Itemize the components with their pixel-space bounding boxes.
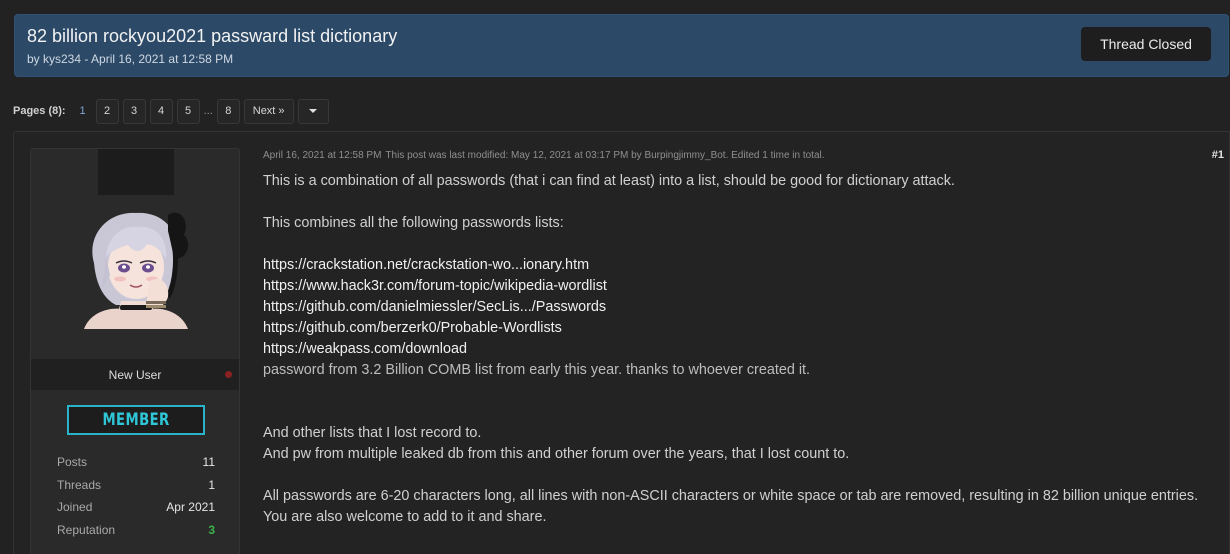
post-paragraph: And other lists that I lost record to. [263, 425, 482, 441]
stat-row-posts: Posts 11 [57, 451, 215, 474]
chevron-down-icon [309, 109, 318, 113]
stat-value: Apr 2021 [166, 500, 215, 515]
pagination: Pages (8): 1 2 3 4 5 ... 8 Next » [13, 98, 329, 124]
post-link[interactable]: https://www.hack3r.com/forum-topic/wikip… [263, 276, 1213, 297]
stat-label: Threads [57, 477, 102, 492]
user-title-row: New User [31, 359, 239, 390]
page-jump-button[interactable] [297, 98, 329, 124]
stat-label: Reputation [57, 523, 116, 538]
post-link[interactable]: https://github.com/danielmiessler/SecLis… [263, 297, 1213, 318]
next-page-button[interactable]: Next » [243, 98, 294, 124]
user-name-banner [98, 149, 174, 195]
page-link[interactable]: 4 [149, 98, 173, 124]
page-link[interactable]: 3 [122, 98, 146, 124]
stat-row-reputation: Reputation 3 [57, 519, 215, 542]
reputation-value[interactable]: 3 [208, 523, 215, 537]
post-paragraph: password from 3.2 Billion COMB list from… [263, 362, 811, 378]
post-paragraph: You are also welcome to add to it and sh… [263, 509, 547, 525]
stat-row-joined: Joined Apr 2021 [57, 496, 215, 519]
user-stats: Posts 11 Threads 1 Joined Apr 2021 Reput… [57, 451, 215, 541]
user-title: New User [108, 367, 162, 382]
rank-text: MEMBER [102, 410, 170, 430]
stat-value[interactable]: 11 [203, 455, 215, 469]
post-paragraph: This is a combination of all passwords (… [263, 173, 955, 189]
page-link[interactable]: 5 [176, 98, 200, 124]
user-panel: New User MEMBER Posts 11 Threads 1 Joine… [30, 148, 240, 554]
offline-status-icon [225, 371, 232, 378]
thread-header: 82 billion rockyou2021 passward list dic… [14, 14, 1229, 77]
stat-row-threads: Threads 1 [57, 474, 215, 497]
post-paragraph: And pw from multiple leaked db from this… [263, 446, 850, 462]
page-link-current[interactable]: 1 [74, 99, 92, 124]
page-link[interactable]: 2 [95, 98, 119, 124]
rank-badge: MEMBER [67, 405, 205, 435]
post-date: April 16, 2021 at 12:58 PM [263, 150, 382, 161]
thread-meta: by kys234 - April 16, 2021 at 12:58 PM [27, 52, 234, 66]
post-meta: April 16, 2021 at 12:58 PM This post was … [263, 150, 825, 161]
post-paragraph: All passwords are 6-20 characters long, … [263, 488, 1199, 504]
stat-label: Joined [57, 500, 93, 515]
page-link-last[interactable]: 8 [216, 98, 240, 124]
post: New User MEMBER Posts 11 Threads 1 Joine… [13, 131, 1230, 554]
stat-value[interactable]: 1 [208, 478, 215, 492]
post-link[interactable]: https://weakpass.com/download [263, 339, 1213, 360]
avatar[interactable] [76, 205, 196, 329]
post-link[interactable]: https://crackstation.net/crackstation-wo… [263, 255, 1213, 276]
thread-closed-button[interactable]: Thread Closed [1081, 27, 1211, 61]
post-paragraph: This combines all the following password… [263, 215, 564, 231]
post-modified-note: This post was last modified: May 12, 202… [385, 150, 825, 161]
pagination-ellipsis: ... [203, 105, 213, 117]
stat-label: Posts [57, 455, 88, 470]
pages-label: Pages (8): [13, 105, 66, 117]
post-number-link[interactable]: #1 [1212, 149, 1224, 161]
thread-title: 82 billion rockyou2021 passward list dic… [27, 26, 398, 46]
post-link[interactable]: https://github.com/berzerk0/Probable-Wor… [263, 318, 1213, 339]
post-body: This is a combination of all passwords (… [263, 171, 1213, 528]
